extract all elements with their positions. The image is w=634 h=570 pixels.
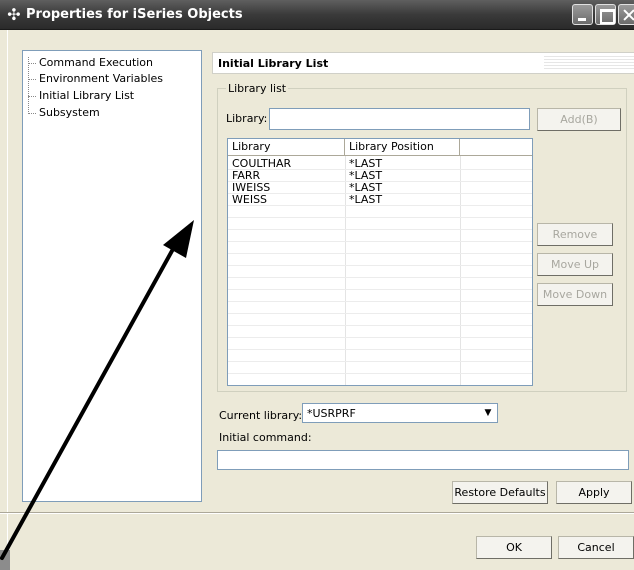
table-row[interactable] [228,350,532,362]
table-row[interactable] [228,314,532,326]
initial-command-input[interactable] [217,450,629,470]
tree-item-label: Command Execution [39,56,154,69]
move-up-button[interactable]: Move Up [537,253,613,276]
background-window-edge [0,550,10,570]
tree-item-label: Environment Variables [39,72,164,85]
page-title: Initial Library List [218,57,329,70]
tree-item-label: Initial Library List [39,89,135,102]
table-row[interactable] [228,266,532,278]
table-row[interactable] [228,290,532,302]
add-button[interactable]: Add(B) [537,108,621,131]
column-header-library[interactable]: Library [228,139,345,156]
maximize-button[interactable] [595,4,616,25]
table-row[interactable] [228,326,532,338]
library-input[interactable] [269,108,530,130]
cell-library: WEISS [232,193,268,206]
table-row[interactable] [228,206,532,218]
table-row[interactable] [228,278,532,290]
ok-button[interactable]: OK [476,536,552,559]
column-header-empty [460,139,532,156]
table-row[interactable] [228,338,532,350]
library-label: Library: [226,112,268,125]
properties-dialog: ✣ Properties for iSeries Objects Command… [0,0,634,570]
minimize-button[interactable] [572,4,593,25]
table-row[interactable] [228,218,532,230]
remove-button[interactable]: Remove [537,223,613,246]
apply-button[interactable]: Apply [556,481,632,504]
table-row[interactable] [228,362,532,374]
property-page-tree[interactable]: Command Execution Environment Variables … [22,50,202,502]
restore-defaults-button[interactable]: Restore Defaults [452,481,548,504]
current-library-label: Current library: [219,409,303,422]
current-library-select[interactable]: *USRPRF ▼ [302,403,498,423]
tree-item-label: Subsystem [39,106,100,119]
close-button[interactable] [618,4,634,25]
move-down-button[interactable]: Move Down [537,283,613,306]
table-row[interactable] [228,230,532,242]
table-row[interactable] [228,302,532,314]
column-header-library-position[interactable]: Library Position [345,139,460,156]
title-bar[interactable]: ✣ Properties for iSeries Objects [0,0,634,30]
table-row[interactable] [228,242,532,254]
cell-library-position: *LAST [349,193,383,206]
cancel-button[interactable]: Cancel [558,536,634,559]
tree-connector-line [28,57,29,114]
properties-icon: ✣ [7,5,21,24]
initial-command-label: Initial command: [219,431,312,444]
dropdown-arrow-icon[interactable]: ▼ [481,406,495,420]
group-label: Library list [226,82,289,95]
header-decoration [544,56,634,70]
dialog-separator [0,512,634,514]
library-table[interactable]: Library Library Position COULTHAR *LAST FA… [227,138,533,386]
table-row[interactable]: WEISS *LAST [228,193,532,206]
window-left-border [0,30,8,550]
window-title: Properties for iSeries Objects [26,7,243,22]
current-library-value: *USRPRF [307,407,356,420]
table-row[interactable] [228,254,532,266]
page-header: Initial Library List [212,52,634,74]
